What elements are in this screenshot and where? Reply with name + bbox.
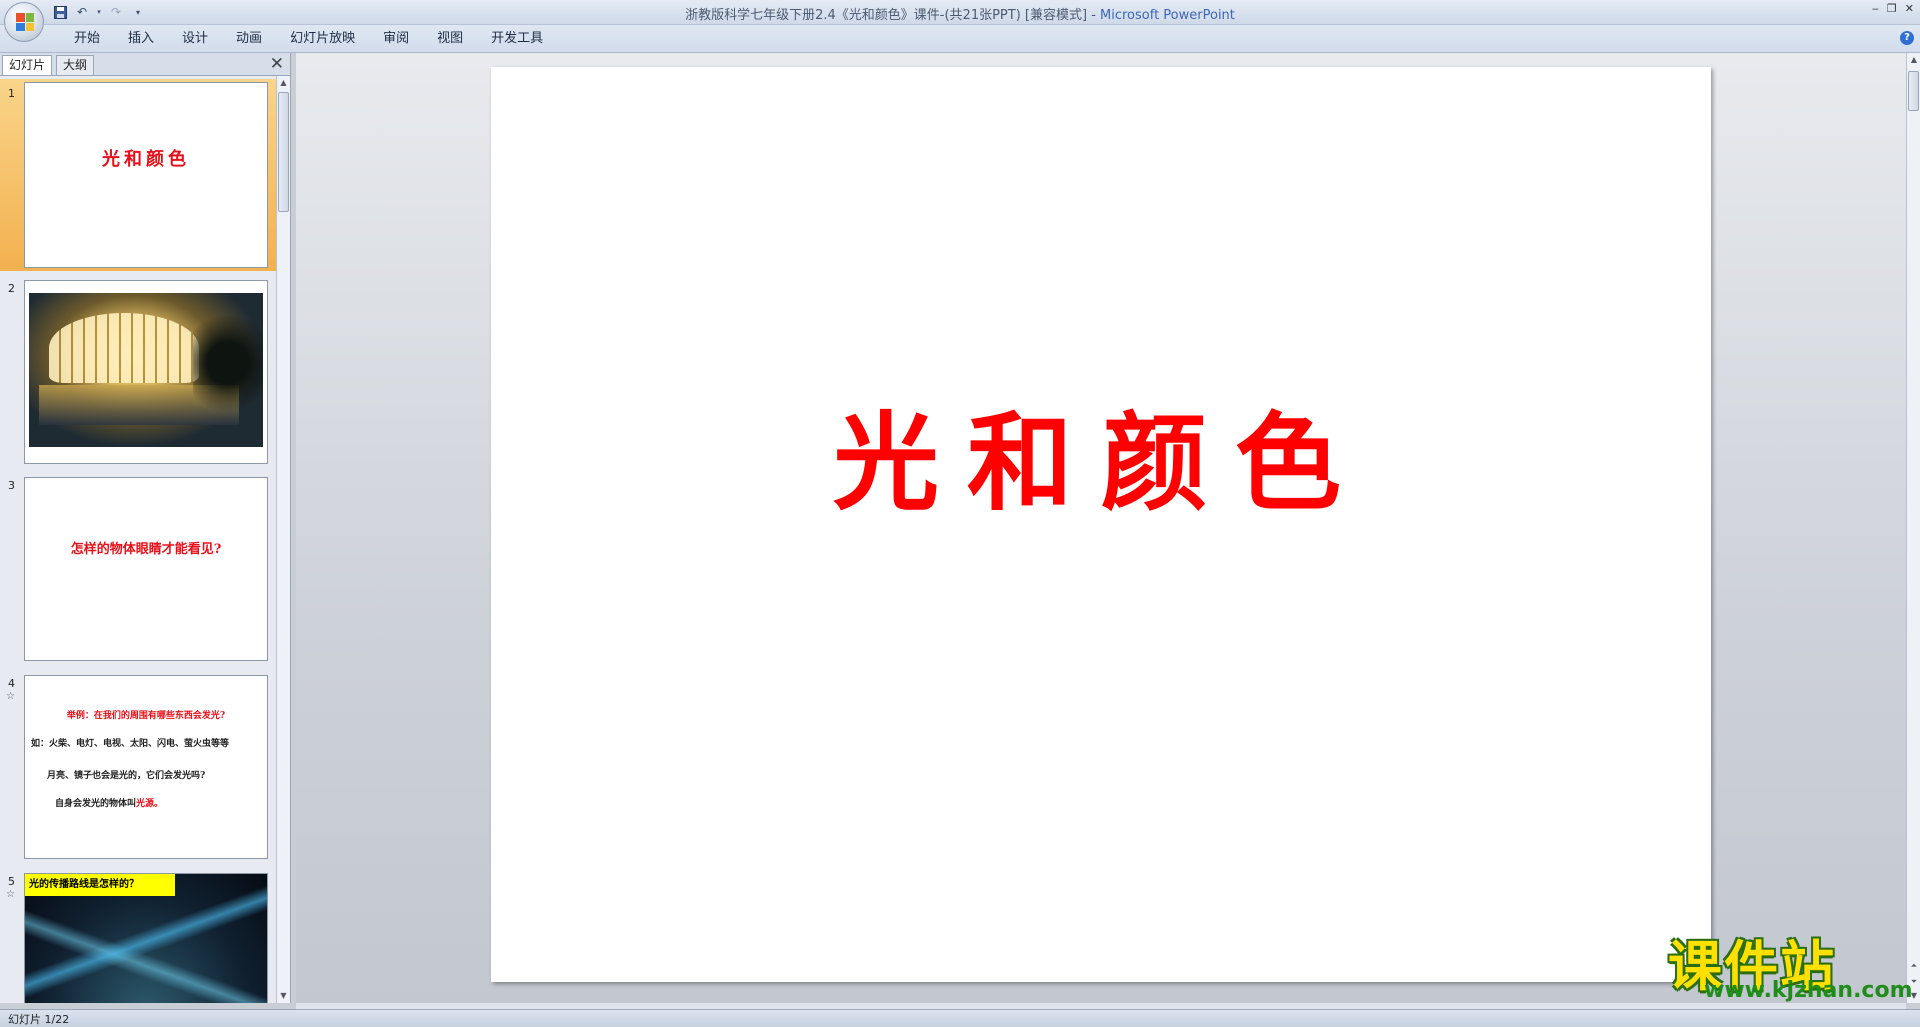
scroll-down-icon[interactable]: ▼ [277, 989, 290, 1003]
slides-pane: 幻灯片 大纲 ✕ 1 光和颜色 2 3 怎样的物体眼睛才能看见? 4 ☆ 举例：… [0, 53, 291, 1003]
tab-developer[interactable]: 开发工具 [477, 30, 557, 48]
thumbnail-number: 2 [8, 282, 15, 295]
window-title: 浙教版科学七年级下册2.4《光和颜色》课件-(共21张PPT) [兼容模式] -… [0, 4, 1920, 23]
tab-view[interactable]: 视图 [423, 30, 477, 48]
scroll-thumb[interactable] [278, 92, 289, 212]
thumbnail-slide-1[interactable]: 1 光和颜色 [0, 79, 276, 271]
thumbnail-number: 3 [8, 479, 15, 492]
animation-star-icon: ☆ [6, 889, 15, 900]
office-button[interactable] [4, 2, 44, 42]
thumbnail-preview: 举例：在我们的周围有哪些东西会发光? 如：火柴、电灯、电视、太阳、闪电、萤火虫等… [24, 675, 268, 859]
thumbnail-line: 举例：在我们的周围有哪些东西会发光? [66, 711, 226, 721]
watermark-logo: 课件站 www.kjzhan.com [1668, 922, 1913, 1003]
thumbnail-line: 如：火柴、电灯、电视、太阳、闪电、萤火虫等等 [31, 739, 230, 749]
tab-home[interactable]: 开始 [60, 30, 114, 48]
thumbnail-number: 1 [8, 87, 15, 100]
tab-slide-show[interactable]: 幻灯片放映 [276, 30, 369, 48]
thumbnail-banner: 光的传播路线是怎样的？ [25, 874, 175, 896]
thumbnail-list: 1 光和颜色 2 3 怎样的物体眼睛才能看见? 4 ☆ 举例：在我们的周围有哪些… [0, 76, 276, 1003]
scroll-thumb[interactable] [1908, 71, 1919, 111]
scroll-up-icon[interactable]: ▲ [1907, 53, 1920, 67]
help-icon[interactable]: ? [1900, 31, 1914, 45]
pane-tabs: 幻灯片 大纲 ✕ [0, 53, 290, 76]
office-logo-icon [16, 13, 34, 31]
minimize-icon[interactable]: ‒ [1872, 2, 1879, 15]
thumbnail-preview: 光和颜色 [24, 82, 268, 268]
night-building-photo [29, 293, 263, 447]
document-title: 浙教版科学七年级下册2.4《光和颜色》课件-(共21张PPT) [兼容模式] - [685, 8, 1101, 23]
window-controls: ‒ ❐ ✕ [1872, 2, 1914, 15]
thumbnail-text: 怎样的物体眼睛才能看见? [70, 542, 222, 557]
watermark-url: www.kjzhan.com [1704, 978, 1913, 1003]
ribbon-tabs: 开始 插入 设计 动画 幻灯片放映 审阅 视图 开发工具 [0, 25, 1920, 53]
current-slide[interactable]: 光和颜色 [491, 67, 1711, 982]
thumbnail-preview: 怎样的物体眼睛才能看见? [24, 477, 268, 661]
app-name: Microsoft PowerPoint [1100, 8, 1235, 23]
status-bar: 幻灯片 1/22 [0, 1009, 1920, 1026]
thumbnail-preview: 光的传播路线是怎样的？ [24, 873, 268, 1003]
thumbnail-slide-5[interactable]: 5 ☆ 光的传播路线是怎样的？ [0, 867, 276, 1003]
close-icon[interactable]: ✕ [1905, 2, 1914, 15]
editor-scrollbar[interactable]: ▲ ⏶ ⏷ ▼ [1906, 53, 1920, 1003]
restore-icon[interactable]: ❐ [1887, 2, 1897, 15]
tab-animations[interactable]: 动画 [222, 30, 276, 48]
previous-slide-icon[interactable]: ⏶ [1907, 959, 1920, 973]
thumbnail-line: 月亮、镜子也会是光的，它们会发光吗? [47, 771, 206, 781]
scroll-up-icon[interactable]: ▲ [277, 76, 290, 90]
tab-slides[interactable]: 幻灯片 [2, 55, 53, 75]
tab-insert[interactable]: 插入 [114, 30, 168, 48]
tab-outline[interactable]: 大纲 [56, 55, 95, 75]
pane-close-icon[interactable]: ✕ [270, 54, 284, 74]
tab-review[interactable]: 审阅 [369, 30, 423, 48]
tab-design[interactable]: 设计 [168, 30, 222, 48]
thumbnail-scrollbar[interactable]: ▲ ▼ [276, 76, 290, 1003]
slide-title[interactable]: 光和颜色 [491, 377, 1711, 531]
thumbnail-slide-2[interactable]: 2 [0, 274, 276, 469]
thumbnail-slide-4[interactable]: 4 ☆ 举例：在我们的周围有哪些东西会发光? 如：火柴、电灯、电视、太阳、闪电、… [0, 669, 276, 864]
thumbnail-preview [24, 280, 268, 464]
title-bar: ↶ ▾ ↷ ▾ 浙教版科学七年级下册2.4《光和颜色》课件-(共21张PPT) … [0, 0, 1920, 42]
thumbnail-number: 5 [8, 875, 15, 888]
thumbnail-line: 自身会发光的物体叫光源。 [55, 799, 164, 809]
thumbnail-title: 光和颜色 [102, 149, 190, 170]
thumbnail-number: 4 [8, 677, 15, 690]
thumbnail-slide-3[interactable]: 3 怎样的物体眼睛才能看见? [0, 471, 276, 666]
animation-star-icon: ☆ [6, 691, 15, 702]
